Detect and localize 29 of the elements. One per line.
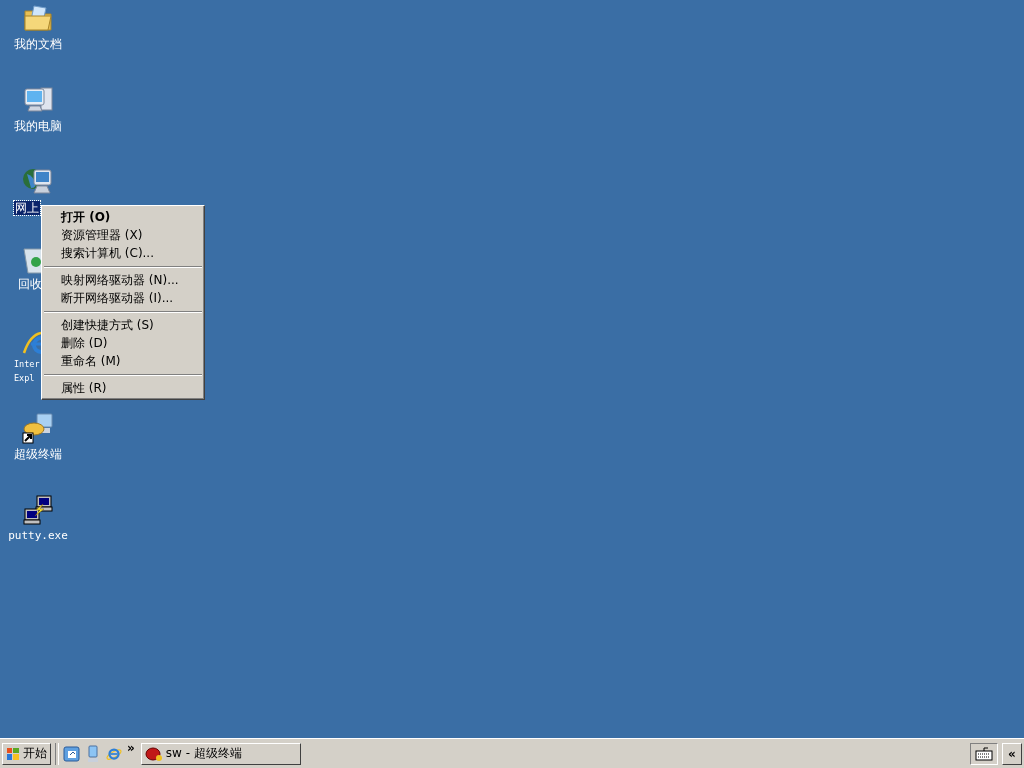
- icon-label[interactable]: 超级终端: [13, 447, 63, 461]
- tray-toggle-button[interactable]: «: [1002, 742, 1022, 765]
- menu-item[interactable]: 重命名 (M): [43, 352, 203, 370]
- start-button[interactable]: 开始: [2, 742, 51, 765]
- two-computers-icon: [22, 494, 54, 526]
- recycle-bin-icon: [22, 248, 41, 274]
- menu-item[interactable]: 资源管理器 (X): [43, 226, 203, 244]
- task-button[interactable]: sw - 超级终端: [140, 742, 301, 765]
- menu-item[interactable]: 搜索计算机 (C)...: [43, 244, 203, 262]
- windows-logo-icon: [6, 746, 20, 761]
- folder-icon: [22, 2, 54, 34]
- desktop-icon[interactable]: [63, 744, 81, 763]
- icon-label[interactable]: Inter: [14, 359, 40, 370]
- menu-item[interactable]: 删除 (D): [43, 334, 203, 352]
- more-chevron[interactable]: »: [127, 741, 135, 755]
- icon-label[interactable]: putty.exe: [7, 529, 69, 543]
- menu-item[interactable]: 映射网络驱动器 (N)...: [43, 271, 203, 289]
- keyboard-icon[interactable]: [975, 746, 993, 761]
- menu-item[interactable]: 属性 (R): [43, 379, 203, 397]
- icon-label[interactable]: 我的文档: [13, 37, 63, 51]
- icon-label[interactable]: 网上: [14, 201, 40, 215]
- menu-item[interactable]: 断开网络驱动器 (I)...: [43, 289, 203, 307]
- menu-item[interactable]: 创建快捷方式 (S): [43, 316, 203, 334]
- ie-logo-icon: [22, 330, 41, 356]
- icon-label[interactable]: 回收: [17, 277, 43, 291]
- icon-label[interactable]: 我的电脑: [13, 119, 63, 133]
- phone-computer-icon: [22, 412, 54, 444]
- icon-label[interactable]: Expl: [14, 373, 35, 384]
- menu-item[interactable]: 打开 (O): [43, 208, 203, 226]
